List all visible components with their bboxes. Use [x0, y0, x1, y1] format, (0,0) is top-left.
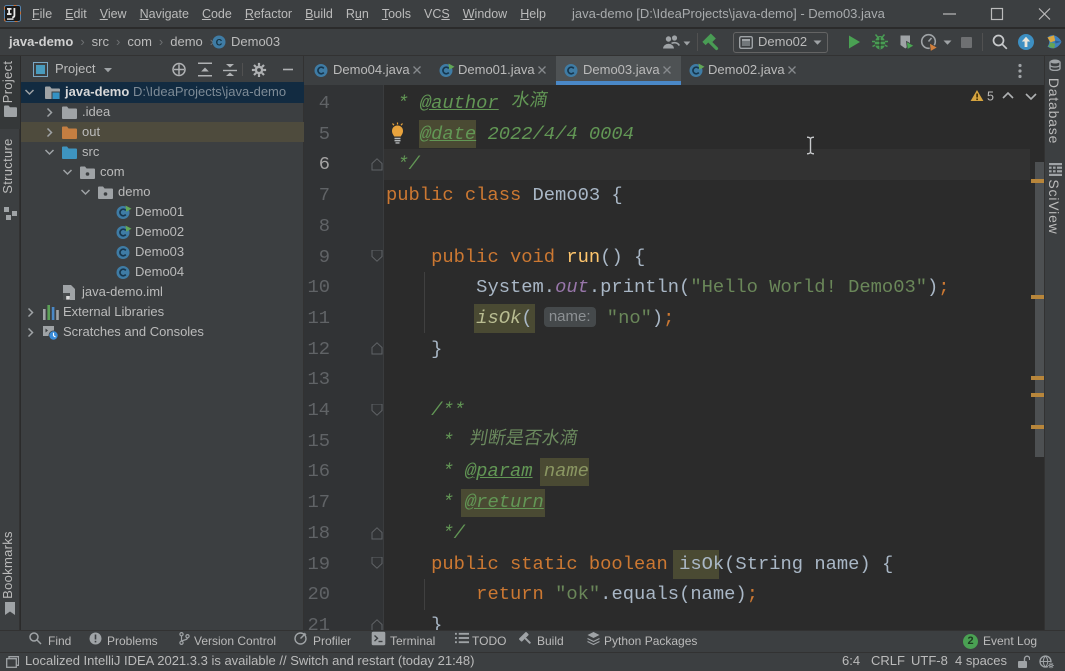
- svg-text:5: 5: [987, 90, 994, 104]
- svg-text:C: C: [216, 37, 223, 47]
